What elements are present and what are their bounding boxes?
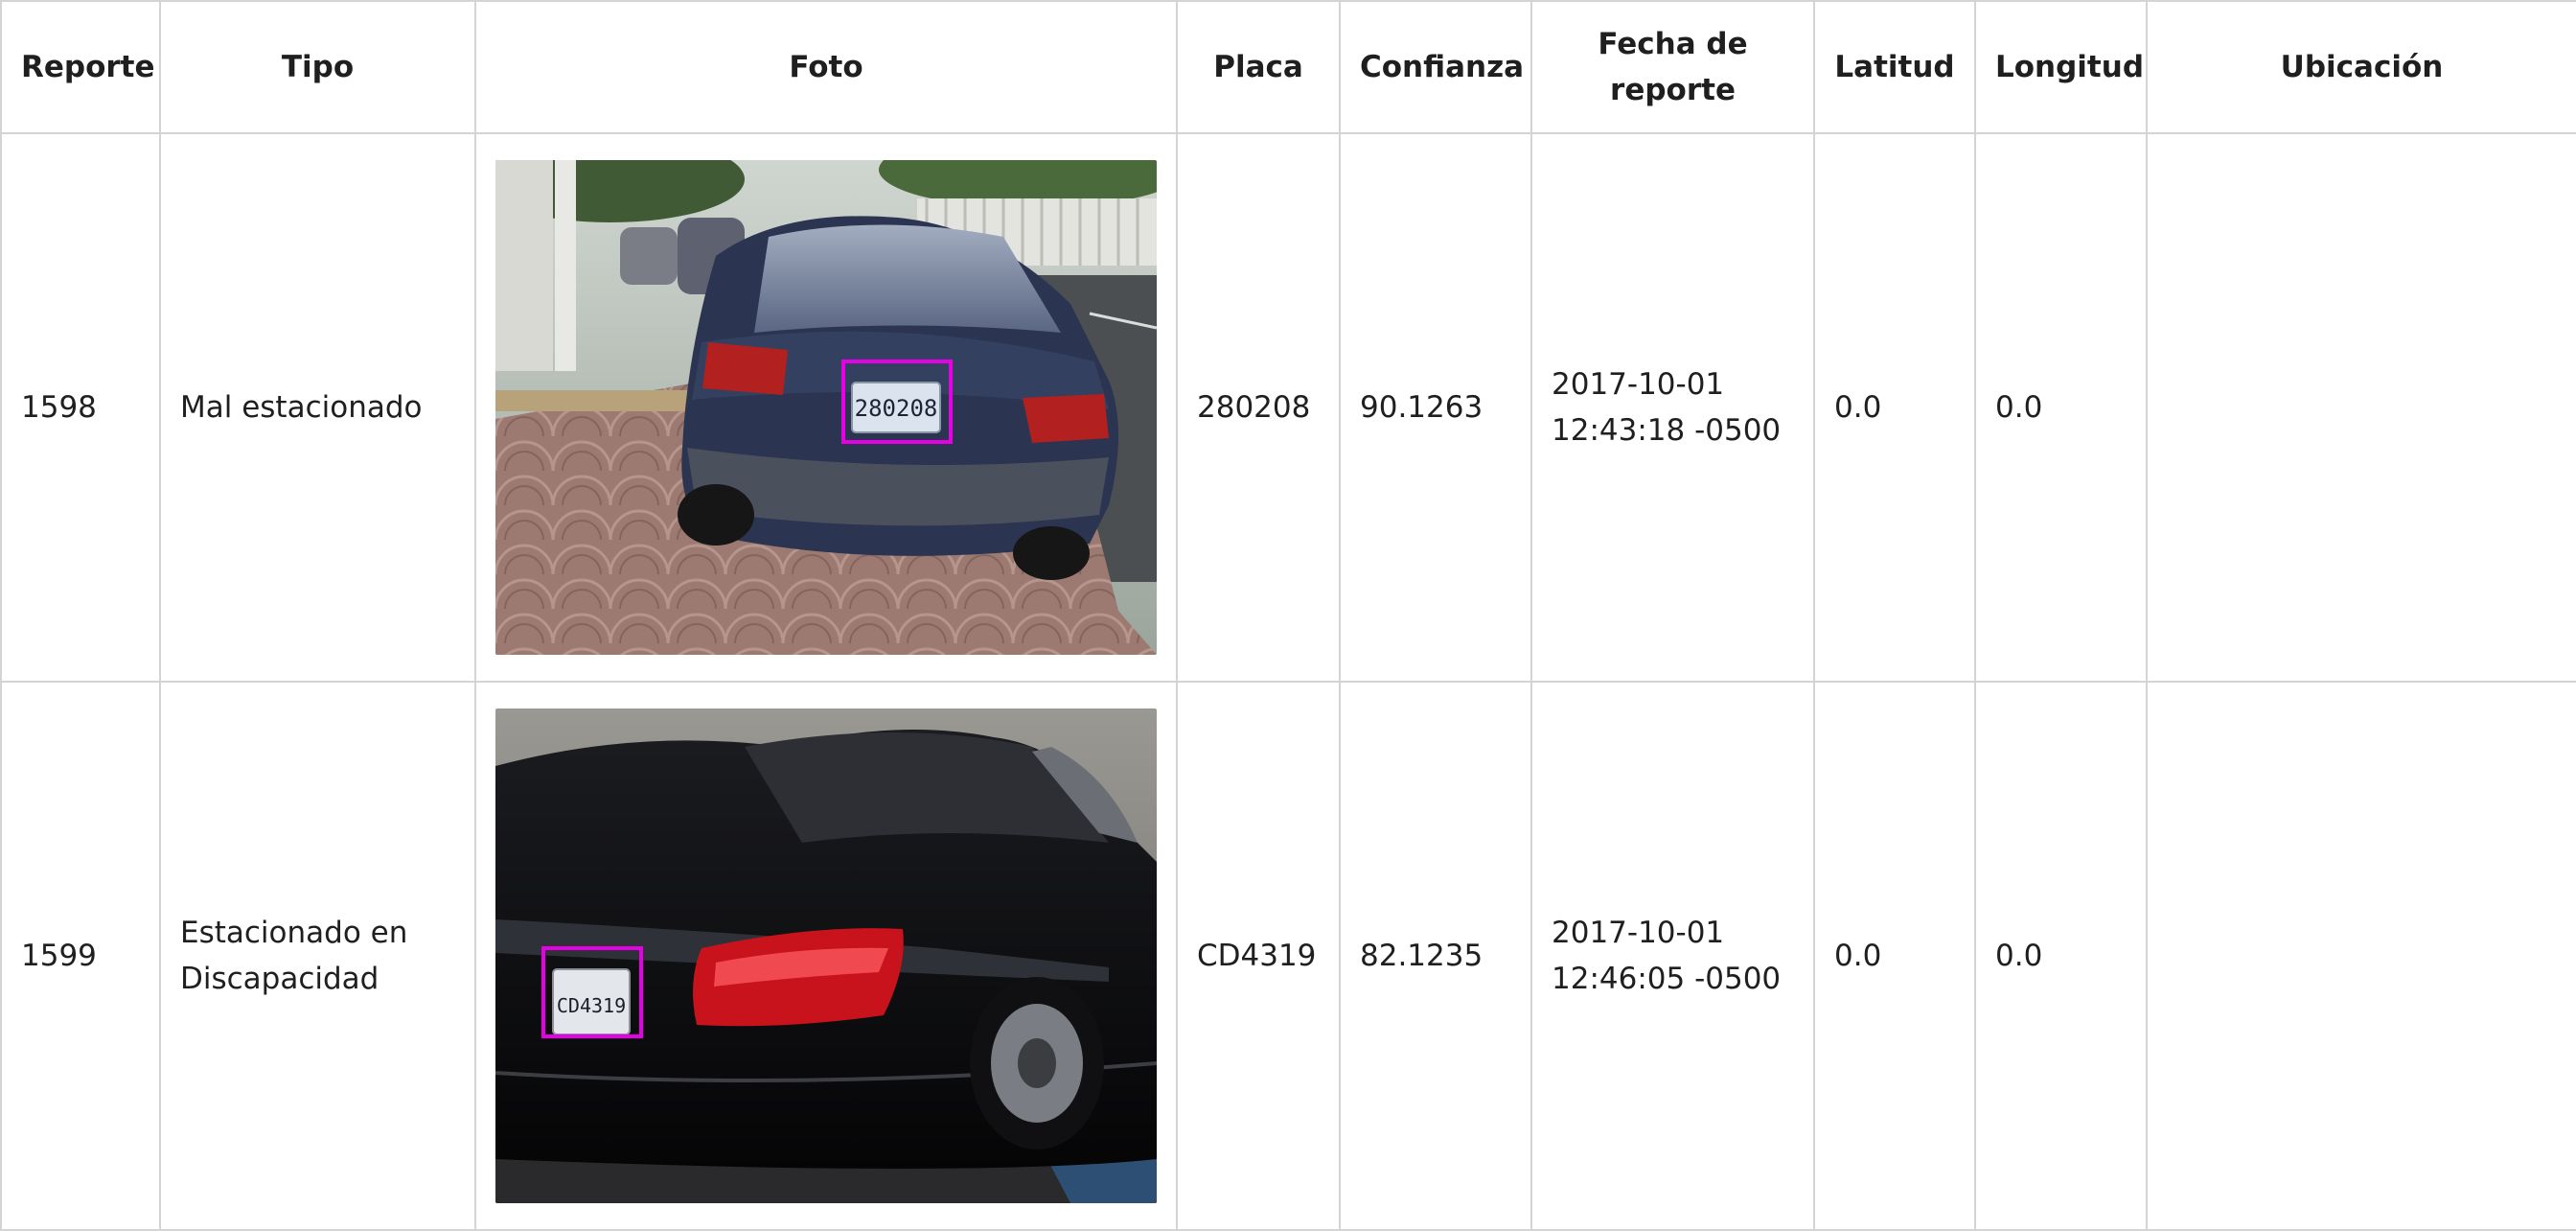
cell-foto: 280208 [474, 132, 1178, 683]
cell-confianza: 82.1235 [1339, 681, 1532, 1231]
cell-placa: 280208 [1176, 132, 1341, 683]
cell-placa: CD4319 [1176, 681, 1341, 1231]
header-foto: Foto [474, 0, 1178, 134]
report-photo[interactable]: CD4319 [495, 708, 1157, 1203]
header-confianza: Confianza [1339, 0, 1532, 134]
header-latitud: Latitud [1813, 0, 1976, 134]
reports-table: Reporte Tipo Foto Placa Confianza Fecha … [0, 0, 2576, 1231]
header-reporte: Reporte [0, 0, 161, 134]
cell-ubicacion [2146, 132, 2576, 683]
cell-tipo: Estacionado en Discapacidad [159, 681, 476, 1231]
header-longitud: Longitud [1974, 0, 2148, 134]
cell-reporte: 1599 [0, 681, 161, 1231]
header-row: Reporte Tipo Foto Placa Confianza Fecha … [0, 0, 2576, 134]
cell-latitud: 0.0 [1813, 132, 1976, 683]
table-row: 1598 Mal estacionado 280208 280208 90.12… [0, 132, 2576, 683]
header-placa: Placa [1176, 0, 1341, 134]
cell-fecha: 2017-10-01 12:46:05 -0500 [1530, 681, 1815, 1231]
cell-longitud: 0.0 [1974, 132, 2148, 683]
report-photo[interactable]: 280208 [495, 160, 1157, 655]
header-fecha: Fecha de reporte [1530, 0, 1815, 134]
cell-longitud: 0.0 [1974, 681, 2148, 1231]
car-photo-image: 280208 [495, 160, 1157, 655]
header-ubicacion: Ubicación [2146, 0, 2576, 134]
cell-reporte: 1598 [0, 132, 161, 683]
cell-latitud: 0.0 [1813, 681, 1976, 1231]
cell-fecha: 2017-10-01 12:43:18 -0500 [1530, 132, 1815, 683]
cell-confianza: 90.1263 [1339, 132, 1532, 683]
plate-label-1: 280208 [855, 395, 938, 422]
cell-ubicacion [2146, 681, 2576, 1231]
cell-foto: CD4319 [474, 681, 1178, 1231]
plate-label-2: CD4319 [557, 994, 626, 1017]
header-tipo: Tipo [159, 0, 476, 134]
car-photo-image: CD4319 [495, 708, 1157, 1203]
table-row: 1599 Estacionado en Discapacidad CD4319 … [0, 681, 2576, 1231]
cell-tipo: Mal estacionado [159, 132, 476, 683]
